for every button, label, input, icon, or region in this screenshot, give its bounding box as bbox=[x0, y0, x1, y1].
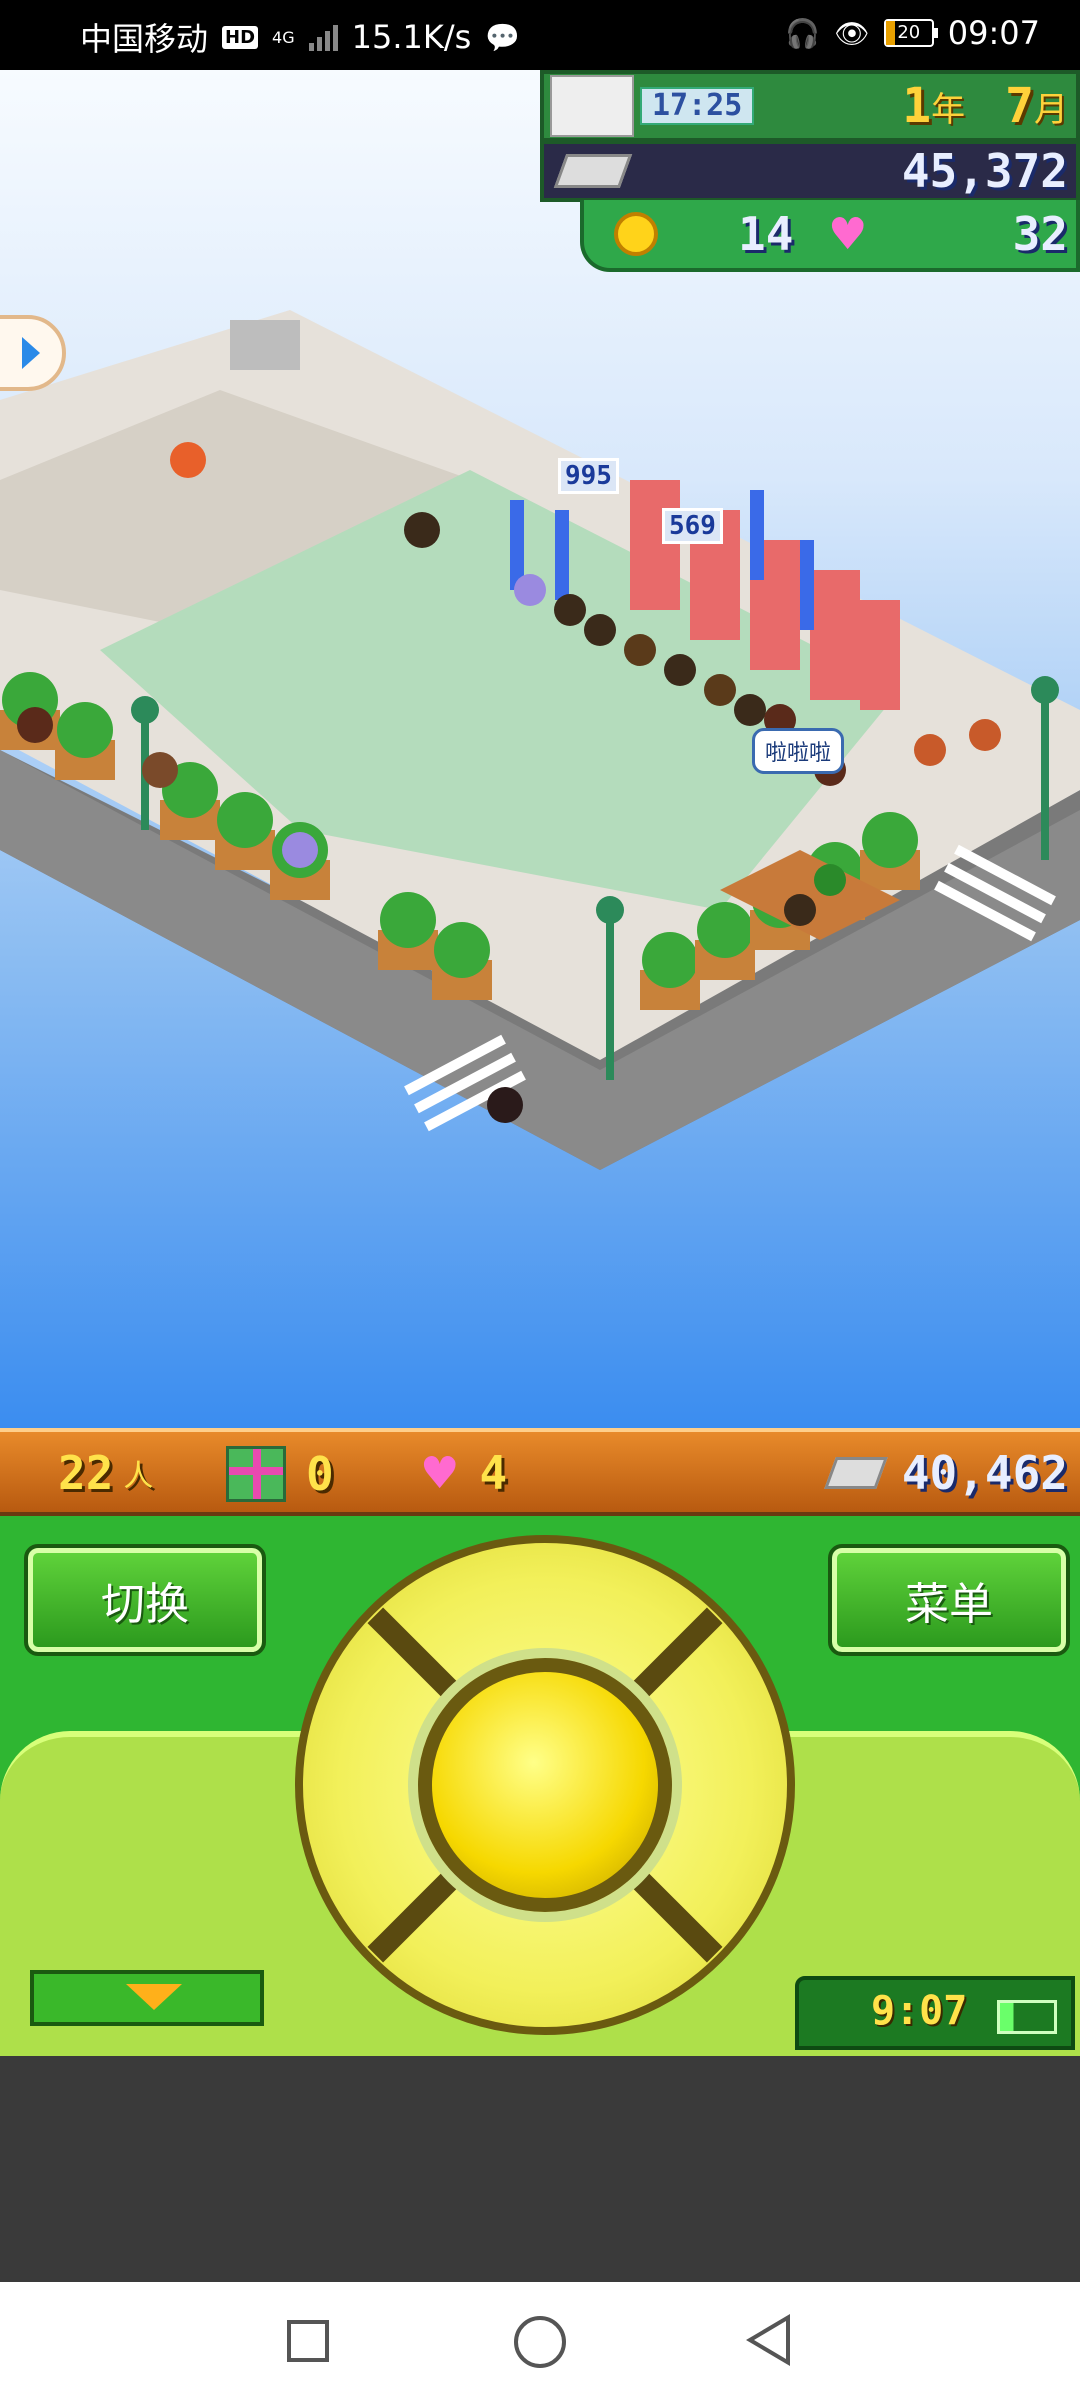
network-speed: 15.1K/s bbox=[351, 18, 472, 56]
arrow-down-icon bbox=[126, 1984, 182, 2010]
home-button[interactable] bbox=[514, 2316, 566, 2368]
battery-icon: 20 bbox=[883, 19, 938, 47]
month-unit: 月 bbox=[1034, 89, 1068, 130]
dpad-control[interactable] bbox=[295, 1535, 795, 2035]
message-icon: 💬 bbox=[485, 20, 521, 54]
game-view[interactable]: 995 569 啦啦啦 17:25 1 年 7 月 45,372 14 ♥ 32 bbox=[0, 70, 1080, 1428]
network-type: 4G bbox=[272, 27, 295, 47]
info-bar: 22 人 0 ♥ 4 40,462 bbox=[0, 1428, 1080, 1516]
money-value: 45,372 bbox=[901, 144, 1068, 198]
mini-clock: 9:07 bbox=[871, 1988, 968, 2034]
visitor-count: 22 人 bbox=[58, 1446, 153, 1500]
ticket-icon bbox=[824, 1457, 888, 1489]
signal-icon bbox=[308, 23, 338, 51]
year-value: 1 bbox=[902, 78, 932, 134]
battery-icon bbox=[997, 2000, 1057, 2034]
sink-fixture bbox=[230, 320, 300, 370]
hd-badge: HD bbox=[222, 25, 259, 49]
coin-icon bbox=[614, 212, 658, 256]
heart-count: 32 bbox=[1012, 207, 1068, 261]
headphone-icon: 🎧 bbox=[785, 16, 821, 50]
top-hud: 17:25 1 年 7 月 45,372 14 ♥ 32 bbox=[540, 70, 1080, 275]
collapse-button[interactable] bbox=[30, 1970, 264, 2026]
heart-gain-value: 4 bbox=[479, 1446, 508, 1500]
game-time: 17:25 bbox=[640, 87, 755, 125]
heart-icon: ♥ bbox=[828, 208, 868, 260]
ticket-value: 40,462 bbox=[901, 1446, 1068, 1500]
money-icon bbox=[553, 154, 633, 188]
status-bar: 中国移动 HD 4G 15.1K/s 💬 🎧 👁 20 09:07 bbox=[0, 0, 1080, 70]
heart-icon: ♥ bbox=[420, 1447, 460, 1499]
dpad-center-button[interactable] bbox=[418, 1658, 672, 1912]
recent-apps-button[interactable] bbox=[287, 2320, 329, 2362]
visitor-unit: 人 bbox=[123, 1459, 154, 1494]
year-unit: 年 bbox=[931, 89, 966, 130]
mini-clock-panel: 9:07 bbox=[795, 1976, 1075, 2050]
heart-gain: ♥ 4 bbox=[420, 1446, 507, 1500]
speech-bubble: 啦啦啦 bbox=[752, 728, 845, 774]
month-value: 7 bbox=[1005, 78, 1034, 134]
points-row: 14 ♥ 32 bbox=[580, 200, 1080, 272]
carrier-label: 中国移动 bbox=[80, 20, 209, 58]
booth-value-bubble: 569 bbox=[662, 508, 723, 544]
eye-icon: 👁 bbox=[834, 16, 870, 50]
money-row: 45,372 bbox=[540, 140, 1080, 202]
gift-value: 0 bbox=[306, 1447, 334, 1501]
switch-button[interactable]: 切换 bbox=[24, 1544, 266, 1656]
date-row: 17:25 1 年 7 月 bbox=[540, 70, 1080, 142]
clock: 09:07 bbox=[947, 14, 1040, 52]
menu-button[interactable]: 菜单 bbox=[828, 1544, 1070, 1656]
arrow-right-icon bbox=[22, 337, 40, 369]
booth-value-bubble: 995 bbox=[558, 458, 619, 494]
gift-count: 0 bbox=[226, 1446, 334, 1502]
gift-icon bbox=[226, 1446, 286, 1502]
calendar-icon bbox=[550, 75, 634, 137]
system-nav-bar bbox=[0, 2282, 1080, 2400]
back-button[interactable] bbox=[746, 2314, 790, 2366]
coin-count: 14 bbox=[738, 207, 794, 261]
visitor-value: 22 bbox=[58, 1446, 114, 1500]
ticket-count: 40,462 bbox=[824, 1446, 1068, 1500]
